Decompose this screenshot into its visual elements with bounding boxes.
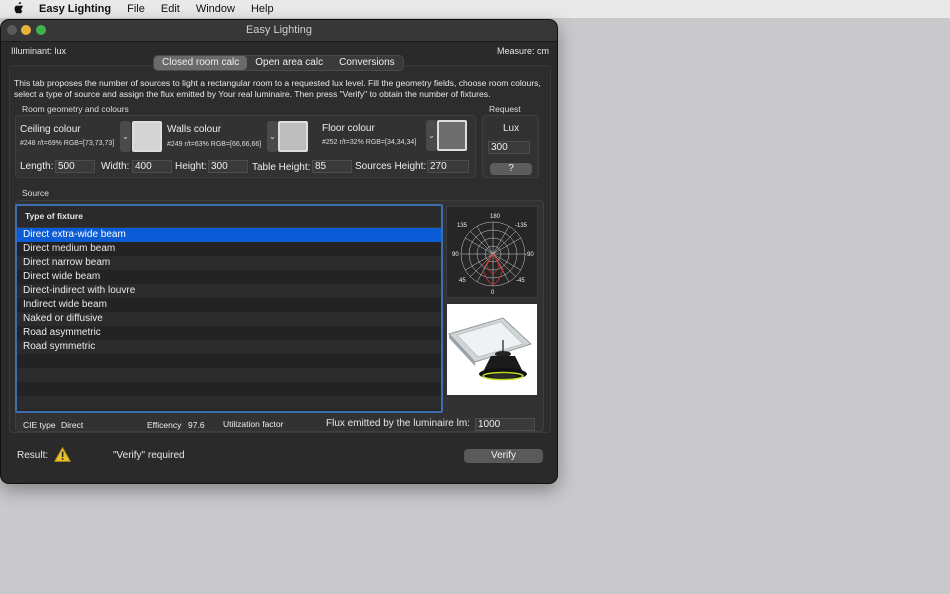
polar-label-bottom-right: -45 [516, 278, 525, 284]
list-item[interactable]: Naked or diffusive [17, 312, 441, 326]
chevron-down-icon: ⌄ [428, 131, 435, 140]
tab-open-area-calc[interactable]: Open area calc [247, 56, 331, 70]
table-height-input[interactable] [312, 160, 352, 173]
empty-list-row [17, 354, 441, 368]
empty-list-row [17, 396, 441, 410]
list-item[interactable]: Direct extra-wide beam [17, 228, 441, 242]
floor-colour-dropdown[interactable]: ⌄ [426, 120, 437, 151]
list-item[interactable]: Road asymmetric [17, 326, 441, 340]
sources-height-input[interactable] [427, 160, 469, 173]
lux-label: Lux [503, 123, 520, 134]
polar-label-bottom-left: 45 [459, 278, 466, 284]
list-item[interactable]: Direct narrow beam [17, 256, 441, 270]
menu-help[interactable]: Help [251, 3, 274, 15]
walls-colour-label: Walls colour [167, 124, 222, 135]
list-item[interactable]: Direct wide beam [17, 270, 441, 284]
ceiling-colour-info: #248 r/t=69% RGB=[73,73,73] [20, 140, 115, 147]
walls-colour-info: #249 r/t=63% RGB=[66,66,66] [167, 141, 262, 148]
floor-colour-label: Floor colour [322, 123, 375, 134]
walls-colour-swatch[interactable] [278, 121, 308, 152]
result-text: "Verify" required [113, 450, 185, 461]
sources-height-label: Sources Height: [355, 161, 427, 172]
polar-label-right: -90 [525, 252, 534, 258]
walls-colour-dropdown[interactable]: ⌄ [267, 121, 278, 152]
polar-label-top: 180 [490, 214, 501, 220]
width-input[interactable] [132, 160, 172, 173]
polar-chart: 180 135 -135 90 -90 45 -45 0 [452, 214, 534, 296]
height-label: Height: [175, 161, 207, 172]
flux-label: Flux emitted by the luminaire lm: [326, 418, 470, 429]
efficiency-label: Efficency [147, 420, 182, 430]
utilization-factor-label: Utilization factor [223, 419, 284, 429]
room-geometry-group-label: Room geometry and colours [22, 104, 129, 114]
fixture-list-rows: Direct extra-wide beam Direct medium bea… [17, 228, 441, 410]
polar-label-top-left: 135 [457, 223, 468, 229]
list-item[interactable]: Road symmetric [17, 340, 441, 354]
tab-bar: Closed room calc Open area calc Conversi… [153, 55, 404, 71]
efficiency-value: 97.6 [188, 420, 205, 430]
list-item[interactable]: Direct-indirect with louvre [17, 284, 441, 298]
luminaire-image [447, 304, 537, 395]
length-label: Length: [20, 161, 54, 172]
polar-label-bottom: 0 [491, 290, 495, 296]
polar-label-left: 90 [452, 252, 459, 258]
menu-file[interactable]: File [127, 3, 145, 15]
chevron-down-icon: ⌄ [269, 132, 276, 141]
tab-conversions[interactable]: Conversions [331, 56, 403, 70]
chevron-down-icon: ⌄ [122, 132, 129, 141]
empty-list-row [17, 382, 441, 396]
request-group-label: Request [489, 104, 521, 114]
menu-app-name[interactable]: Easy Lighting [39, 3, 111, 15]
fixture-type-list[interactable]: Type of fixture Direct extra-wide beam D… [15, 204, 443, 413]
illuminant-label: Illuminant: lux [11, 46, 67, 56]
list-item[interactable]: Indirect wide beam [17, 298, 441, 312]
title-bar: Easy Lighting [1, 20, 557, 42]
height-input[interactable] [208, 160, 248, 173]
ceiling-colour-swatch[interactable] [132, 121, 162, 152]
window-title: Easy Lighting [245, 24, 313, 36]
floor-colour-info: #252 r/t=32% RGB=[34,34,34] [322, 139, 417, 146]
fixture-list-header: Type of fixture [17, 206, 441, 228]
table-height-label: Table Height: [252, 162, 311, 173]
menu-window[interactable]: Window [196, 3, 235, 15]
floor-colour-swatch[interactable] [437, 120, 467, 151]
app-window: Easy Lighting Illuminant: lux Measure: c… [0, 19, 558, 484]
menu-edit[interactable]: Edit [161, 3, 180, 15]
measure-label: Measure: cm [496, 46, 549, 56]
cie-type-label: CIE type [23, 420, 56, 430]
polar-label-top-right: -135 [515, 223, 528, 229]
ceiling-colour-dropdown[interactable]: ⌄ [120, 121, 131, 152]
tab-description: This tab proposes the number of sources … [14, 78, 541, 99]
length-input[interactable] [55, 160, 95, 173]
flux-input[interactable] [475, 418, 535, 431]
apple-menu-icon[interactable] [13, 1, 27, 17]
list-item[interactable]: Direct medium beam [17, 242, 441, 256]
verify-button[interactable]: Verify [464, 449, 543, 463]
luminaire-illustration [448, 317, 532, 381]
cie-type-value: Direct [61, 420, 84, 430]
ceiling-colour-label: Ceiling colour [20, 124, 81, 135]
warning-icon [53, 446, 72, 465]
photometric-polar-diagram: 180 135 -135 90 -90 45 -45 0 [446, 206, 538, 298]
empty-list-row [17, 368, 441, 382]
tab-closed-room-calc[interactable]: Closed room calc [154, 56, 248, 70]
help-button[interactable]: ? [490, 163, 532, 175]
result-label: Result: [17, 450, 49, 461]
width-label: Width: [101, 161, 130, 172]
lux-input[interactable] [488, 141, 530, 154]
source-group-label: Source [22, 188, 49, 198]
menu-bar: Easy Lighting File Edit Window Help [0, 0, 950, 18]
